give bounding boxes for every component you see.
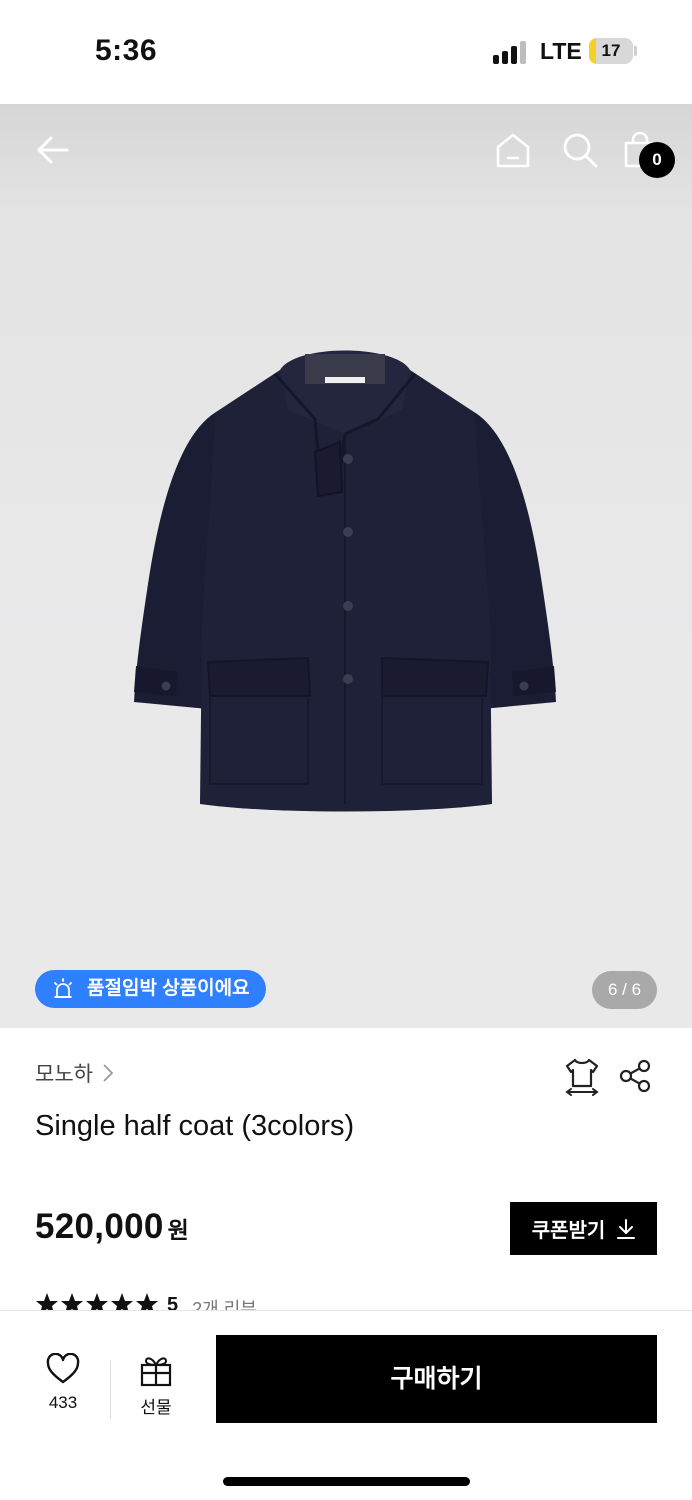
star-icon <box>136 1293 158 1310</box>
battery-percent: 17 <box>601 41 621 60</box>
price: 520,000 원 <box>35 1207 189 1247</box>
like-count: 433 <box>48 1393 78 1412</box>
star-icon <box>111 1293 133 1310</box>
status-bar: 5:36 LTE 17 <box>0 0 692 104</box>
like-button[interactable]: 433 <box>31 1353 95 1423</box>
battery-tip <box>634 46 637 56</box>
star-icon <box>36 1293 58 1310</box>
network-label: LTE <box>540 38 582 64</box>
heart-icon <box>46 1353 80 1384</box>
back-icon[interactable] <box>33 130 73 170</box>
cart-count-badge: 0 <box>639 142 675 178</box>
rating-summary[interactable]: 5 2개 리뷰 <box>35 1292 257 1310</box>
battery-icon: 17 <box>589 38 633 64</box>
home-indicator <box>223 1477 470 1486</box>
image-page-indicator: 6 / 6 <box>592 971 657 1009</box>
review-count: 2개 리뷰 <box>192 1299 257 1310</box>
soldout-soon-label: 품절임박 상품이에요 <box>87 978 250 999</box>
alarm-icon <box>54 978 72 998</box>
search-icon[interactable] <box>560 130 600 170</box>
share-icon[interactable] <box>617 1058 653 1094</box>
download-icon <box>617 1218 636 1239</box>
price-value: 520,000 <box>35 1207 164 1246</box>
soldout-soon-badge: 품절임박 상품이에요 <box>35 970 266 1008</box>
gift-button[interactable]: 선물 <box>125 1353 187 1423</box>
price-currency: 원 <box>167 1217 189 1243</box>
product-gallery[interactable]: 0 품절임박 상품이에요 6 / 6 <box>0 104 692 1028</box>
signal-icon <box>493 40 529 64</box>
star-icon <box>61 1293 83 1310</box>
brand-link[interactable]: 모노하 <box>35 1058 115 1088</box>
coupon-button-label: 쿠폰받기 <box>531 1220 606 1242</box>
coupon-button[interactable]: 쿠폰받기 <box>510 1202 657 1255</box>
gift-icon <box>140 1357 172 1387</box>
size-guide-icon[interactable] <box>563 1056 601 1096</box>
rating-stars <box>35 1292 159 1310</box>
status-time: 5:36 <box>95 34 158 67</box>
buy-button[interactable]: 구매하기 <box>216 1335 657 1423</box>
gift-label: 선물 <box>140 1398 172 1417</box>
star-icon <box>86 1293 108 1310</box>
product-image[interactable] <box>120 324 570 824</box>
divider <box>110 1361 111 1419</box>
chevron-right-icon <box>103 1064 114 1082</box>
home-icon[interactable] <box>493 130 533 170</box>
product-title: Single half coat (3colors) <box>35 1110 355 1142</box>
brand-name: 모노하 <box>35 1063 93 1086</box>
bottom-action-bar: 433 선물 구매하기 <box>0 1310 692 1500</box>
rating-score: 5 <box>167 1294 179 1310</box>
